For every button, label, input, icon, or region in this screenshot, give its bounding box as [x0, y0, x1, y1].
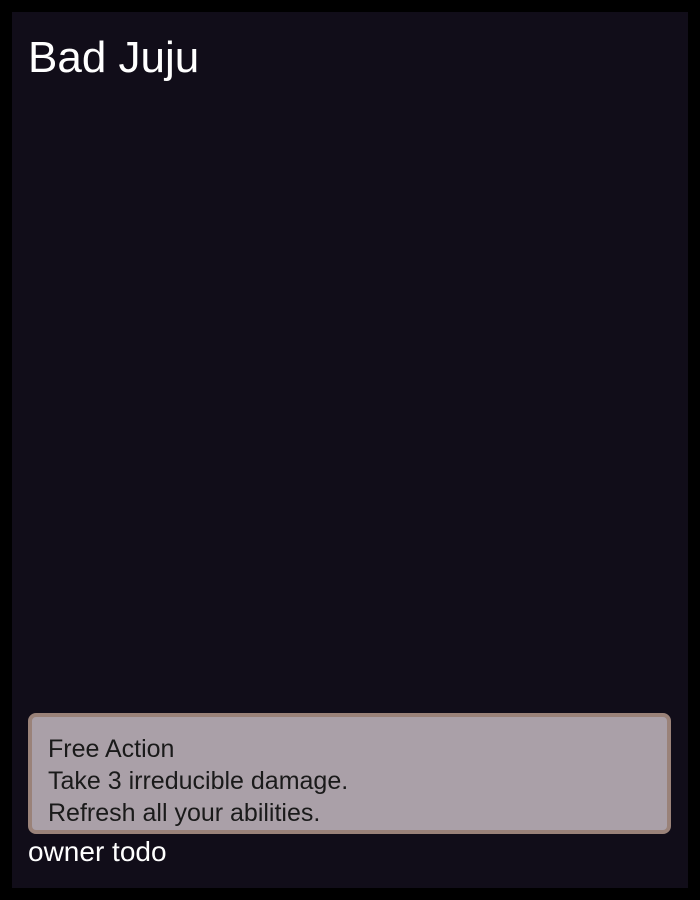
ability-type: Free Action: [48, 735, 175, 763]
card-title: Bad Juju: [28, 33, 200, 82]
ability-effect-line: Refresh all your abilities.: [48, 799, 321, 827]
card-owner: owner todo: [28, 836, 167, 867]
card: Bad Juju Free Action Take 3 irreducible …: [12, 12, 688, 888]
ability-box: Free Action Take 3 irreducible damage. R…: [28, 713, 671, 834]
ability-effect-line: Take 3 irreducible damage.: [48, 767, 349, 795]
